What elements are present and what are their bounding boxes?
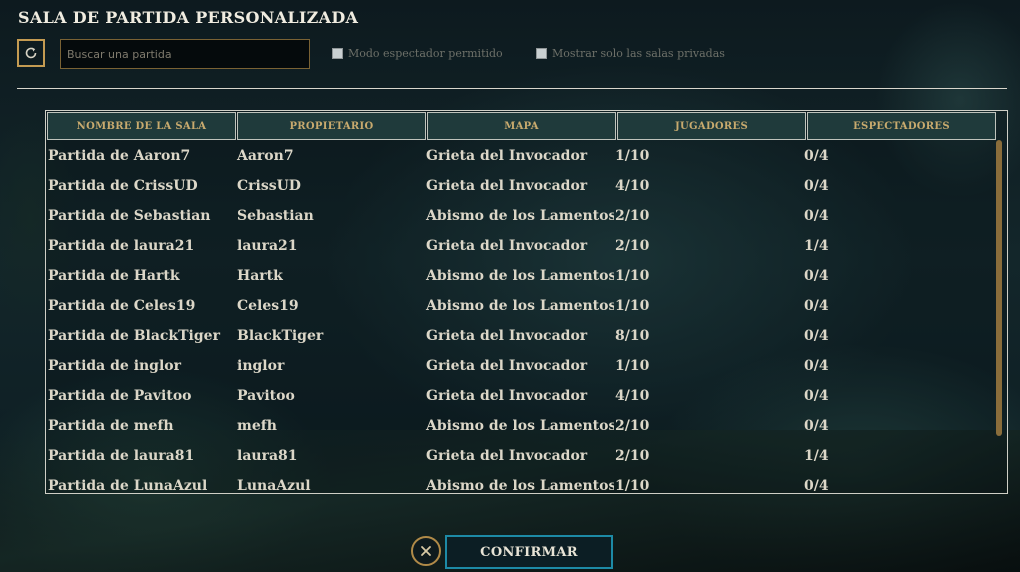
- column-header-map[interactable]: MAPA: [427, 112, 616, 140]
- spectator-mode-label: Modo espectador permitido: [348, 47, 503, 60]
- cell-map: Grieta del Invocador: [426, 148, 588, 164]
- cell-players: 8/10: [615, 328, 650, 344]
- table-body: Partida de Aaron7 Aaron7 Grieta del Invoca…: [47, 141, 992, 494]
- table-row[interactable]: Partida de LunaAzul LunaAzul Abismo de los…: [47, 471, 992, 494]
- cell-room-name: Partida de Sebastian: [48, 208, 211, 224]
- cell-spectators: 0/4: [804, 418, 829, 434]
- cell-spectators: 0/4: [804, 178, 829, 194]
- cell-players: 1/10: [615, 298, 650, 314]
- cell-owner: BlackTiger: [237, 328, 324, 344]
- cell-players: 2/10: [615, 238, 650, 254]
- cell-map: Grieta del Invocador: [426, 388, 588, 404]
- table-row[interactable]: Partida de laura81 laura81 Grieta del Invo…: [47, 441, 992, 471]
- column-header-room-name[interactable]: NOMBRE DE LA SALA: [47, 112, 236, 140]
- cell-map: Grieta del Invocador: [426, 328, 588, 344]
- cell-spectators: 0/4: [804, 388, 829, 404]
- cell-owner: laura21: [237, 238, 298, 254]
- private-rooms-label: Mostrar solo las salas privadas: [552, 47, 725, 60]
- cell-spectators: 1/4: [804, 448, 829, 464]
- cell-map: Grieta del Invocador: [426, 448, 588, 464]
- table-header: NOMBRE DE LA SALA PROPIETARIO MAPA JUGADORE…: [47, 112, 997, 140]
- cell-spectators: 0/4: [804, 358, 829, 374]
- table-row[interactable]: Partida de Sebastian Sebastian Abismo de l…: [47, 201, 992, 231]
- cell-map: Abismo de los Lamentos: [426, 298, 614, 314]
- cell-map: Abismo de los Lamentos: [426, 268, 614, 284]
- table-row[interactable]: Partida de mefh mefh Abismo de los Lamento…: [47, 411, 992, 441]
- column-header-spectators[interactable]: ESPECTADORES: [807, 112, 996, 140]
- cell-spectators: 0/4: [804, 268, 829, 284]
- cell-players: 1/10: [615, 478, 650, 494]
- cell-room-name: Partida de Hartk: [48, 268, 180, 284]
- cell-owner: Hartk: [237, 268, 283, 284]
- cell-spectators: 0/4: [804, 208, 829, 224]
- table-row[interactable]: Partida de Celes19 Celes19 Abismo de los L…: [47, 291, 992, 321]
- table-row[interactable]: Partida de CrissUD CrissUD Grieta del Invo…: [47, 171, 992, 201]
- spectator-mode-checkbox-box[interactable]: [332, 48, 343, 59]
- cell-owner: Pavitoo: [237, 388, 295, 404]
- cell-spectators: 0/4: [804, 298, 829, 314]
- table-row[interactable]: Partida de laura21 laura21 Grieta del Invo…: [47, 231, 992, 261]
- cell-room-name: Partida de Aaron7: [48, 148, 191, 164]
- refresh-icon: [25, 47, 37, 59]
- cell-players: 2/10: [615, 208, 650, 224]
- cell-spectators: 0/4: [804, 148, 829, 164]
- cell-room-name: Partida de BlackTiger: [48, 328, 220, 344]
- cell-room-name: Partida de laura81: [48, 448, 195, 464]
- page-title: SALA DE PARTIDA PERSONALIZADA: [18, 8, 359, 27]
- refresh-button[interactable]: [17, 39, 45, 67]
- close-icon: [421, 546, 431, 556]
- header-divider: [17, 88, 1007, 89]
- cell-owner: Celes19: [237, 298, 299, 314]
- column-header-owner[interactable]: PROPIETARIO: [237, 112, 426, 140]
- spectator-mode-checkbox[interactable]: Modo espectador permitido: [332, 47, 503, 60]
- cell-spectators: 0/4: [804, 478, 829, 494]
- cell-players: 1/10: [615, 358, 650, 374]
- cell-owner: CrissUD: [237, 178, 301, 194]
- cell-map: Abismo de los Lamentos: [426, 478, 614, 494]
- search-input[interactable]: [60, 39, 310, 69]
- cell-map: Abismo de los Lamentos: [426, 418, 614, 434]
- cell-room-name: Partida de inglor: [48, 358, 182, 374]
- table-row[interactable]: Partida de BlackTiger BlackTiger Grieta de…: [47, 321, 992, 351]
- cell-room-name: Partida de Celes19: [48, 298, 196, 314]
- cell-players: 4/10: [615, 178, 650, 194]
- cell-owner: mefh: [237, 418, 277, 434]
- cell-spectators: 1/4: [804, 238, 829, 254]
- table-row[interactable]: Partida de Hartk Hartk Abismo de los Lamen…: [47, 261, 992, 291]
- cell-players: 2/10: [615, 448, 650, 464]
- lobby-table: NOMBRE DE LA SALA PROPIETARIO MAPA JUGADORE…: [45, 110, 1008, 494]
- table-row[interactable]: Partida de inglor inglor Grieta del Invoca…: [47, 351, 992, 381]
- column-header-players[interactable]: JUGADORES: [617, 112, 806, 140]
- cell-room-name: Partida de Pavitoo: [48, 388, 192, 404]
- cell-map: Grieta del Invocador: [426, 238, 588, 254]
- table-row[interactable]: Partida de Aaron7 Aaron7 Grieta del Invoca…: [47, 141, 992, 171]
- cell-map: Grieta del Invocador: [426, 178, 588, 194]
- cell-players: 1/10: [615, 268, 650, 284]
- private-rooms-checkbox-box[interactable]: [536, 48, 547, 59]
- cell-owner: Aaron7: [237, 148, 294, 164]
- cell-spectators: 0/4: [804, 328, 829, 344]
- cell-owner: Sebastian: [237, 208, 314, 224]
- table-row[interactable]: Partida de Pavitoo Pavitoo Grieta del Invo…: [47, 381, 992, 411]
- cell-players: 1/10: [615, 148, 650, 164]
- cell-map: Abismo de los Lamentos: [426, 208, 614, 224]
- cell-players: 2/10: [615, 418, 650, 434]
- close-button[interactable]: [411, 536, 441, 566]
- cell-owner: inglor: [237, 358, 285, 374]
- cell-room-name: Partida de laura21: [48, 238, 195, 254]
- cell-room-name: Partida de CrissUD: [48, 178, 198, 194]
- cell-owner: laura81: [237, 448, 298, 464]
- cell-players: 4/10: [615, 388, 650, 404]
- confirm-button[interactable]: CONFIRMAR: [445, 535, 613, 569]
- cell-room-name: Partida de LunaAzul: [48, 478, 208, 494]
- cell-owner: LunaAzul: [237, 478, 311, 494]
- private-rooms-checkbox[interactable]: Mostrar solo las salas privadas: [536, 47, 725, 60]
- cell-room-name: Partida de mefh: [48, 418, 174, 434]
- table-scrollbar[interactable]: [996, 140, 1002, 436]
- cell-map: Grieta del Invocador: [426, 358, 588, 374]
